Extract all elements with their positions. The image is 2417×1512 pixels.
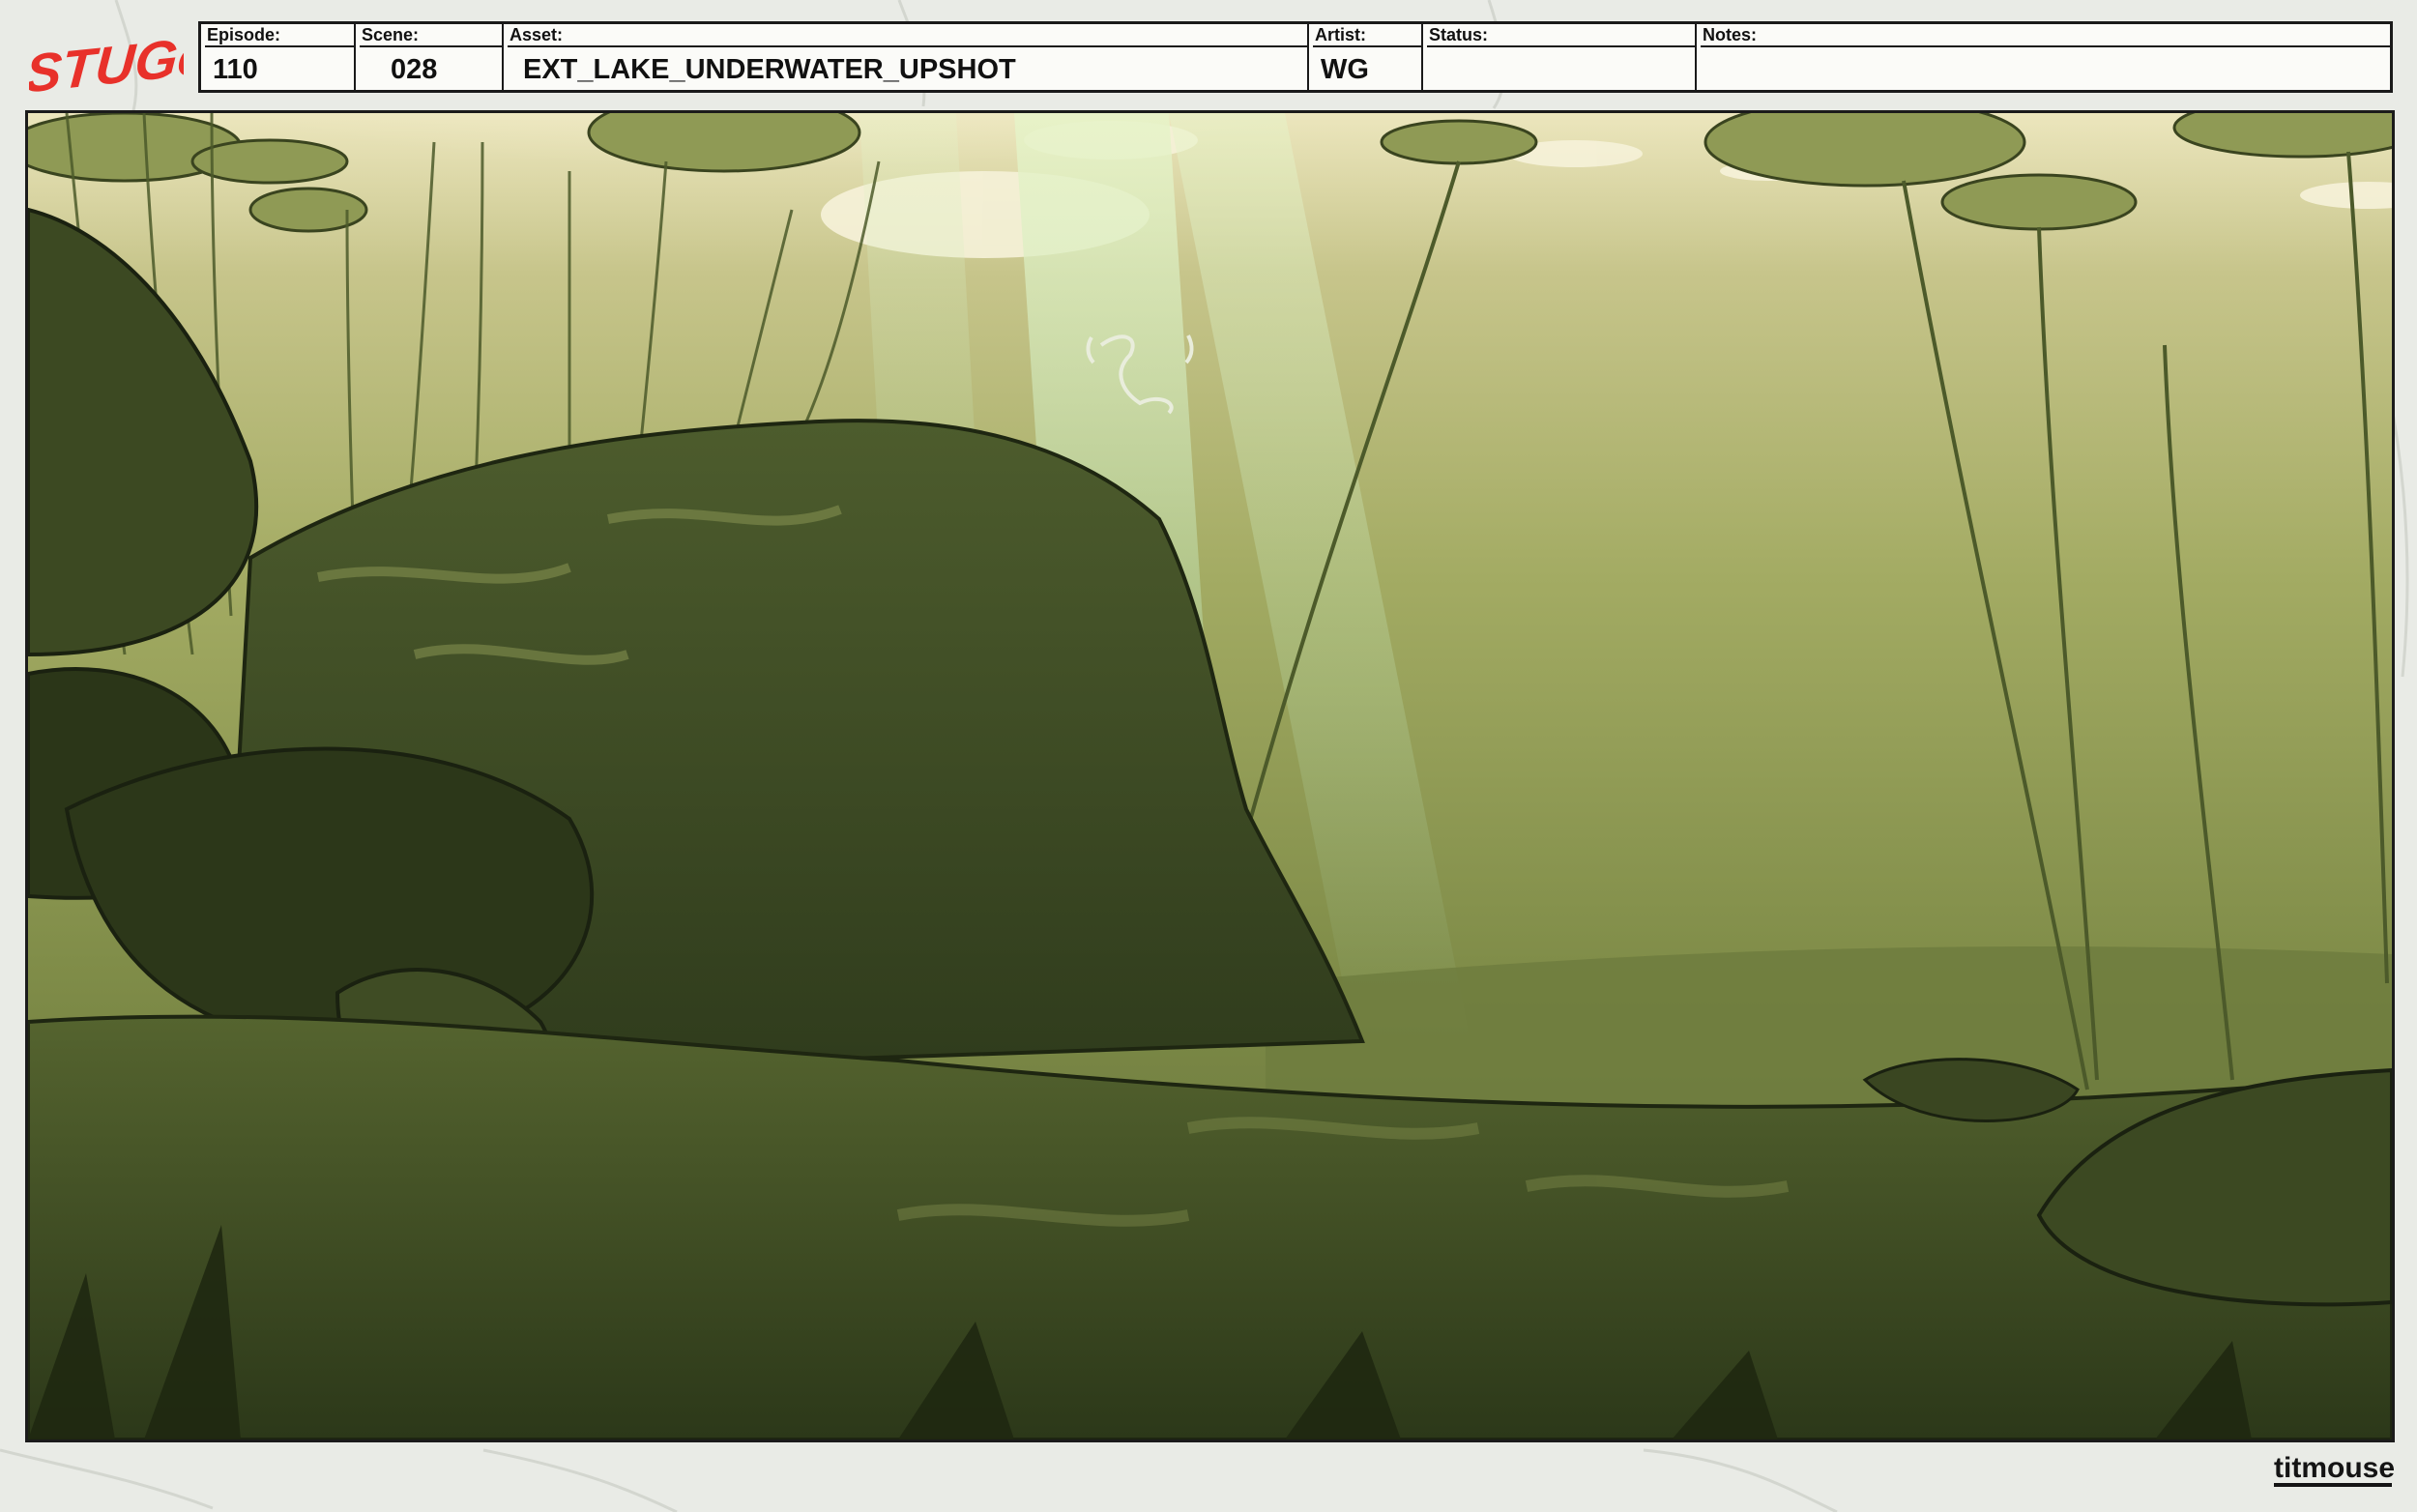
stugo-logo: STUGo bbox=[29, 24, 184, 103]
asset-cell: Asset: EXT_LAKE_UNDERWATER_UPSHOT bbox=[504, 24, 1309, 90]
svg-text:STUGo: STUGo bbox=[29, 24, 184, 103]
status-cell: Status: bbox=[1423, 24, 1697, 90]
titmouse-logo: titmouse bbox=[2274, 1452, 2395, 1487]
notes-cell: Notes: bbox=[1697, 24, 2390, 90]
scene-label: Scene: bbox=[360, 24, 502, 47]
scene-cell: Scene: 028 bbox=[356, 24, 504, 90]
status-value bbox=[1423, 47, 1695, 90]
episode-value: 110 bbox=[213, 54, 258, 85]
status-label: Status: bbox=[1427, 24, 1695, 47]
notes-label: Notes: bbox=[1701, 24, 2390, 47]
scene-value: 028 bbox=[391, 54, 438, 85]
notes-value bbox=[1697, 47, 2390, 90]
episode-cell: Episode: 110 bbox=[201, 24, 356, 90]
slate-header: Episode: 110 Scene: 028 Asset: EXT_LAKE_… bbox=[198, 21, 2393, 93]
artist-value: WG bbox=[1321, 54, 1369, 85]
asset-label: Asset: bbox=[508, 24, 1307, 47]
artist-label: Artist: bbox=[1313, 24, 1421, 47]
asset-value: EXT_LAKE_UNDERWATER_UPSHOT bbox=[523, 54, 1016, 85]
artist-cell: Artist: WG bbox=[1309, 24, 1423, 90]
episode-label: Episode: bbox=[205, 24, 354, 47]
background-painting-frame bbox=[25, 110, 2395, 1442]
underwater-scene bbox=[28, 113, 2392, 1439]
svg-text:titmouse: titmouse bbox=[2274, 1452, 2395, 1484]
